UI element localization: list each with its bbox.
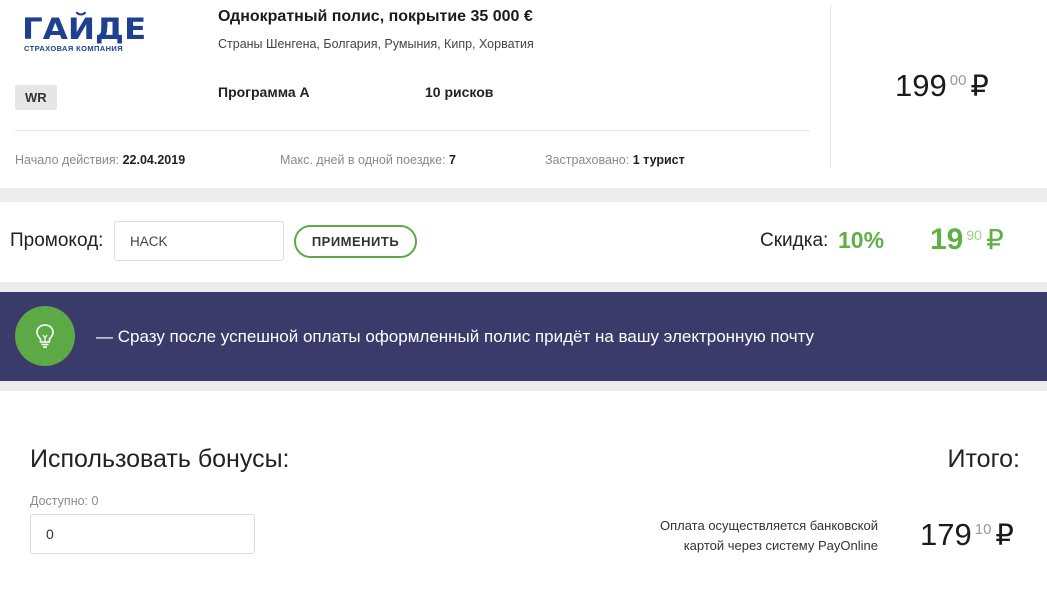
price-separator [830,5,831,168]
card-divider [15,130,810,131]
meta-start-label: Начало действия: [15,153,120,167]
total-price: 179 10 ₽ [920,517,1014,553]
discount-amount-currency: ₽ [985,224,1004,255]
bonuses-title: Использовать бонусы: [30,445,290,473]
meta-insured-value: 1 турист [632,153,685,167]
info-banner: — Сразу после успешной оплаты оформленны… [0,292,1047,381]
policy-title: Однократный полис, покрытие 35 000 € [218,8,533,25]
logo-main-text: ГАЙДЕ [22,12,147,46]
discount-label: Скидка: [760,230,829,251]
banner-message: — Сразу после успешной оплаты оформленны… [96,327,815,346]
company-logo: ГАЙДЕ СТРАХОВАЯ КОМПАНИЯ [22,14,146,56]
lightbulb-icon-badge [15,306,75,366]
policy-price-cents: 00 [949,72,967,89]
meta-max-days: Макс. дней в одной поездке: 7 [280,153,456,167]
policy-risks: 10 рисков [425,84,494,100]
total-price-main: 179 [920,517,972,552]
policy-countries: Страны Шенгена, Болгария, Румыния, Кипр,… [218,37,534,51]
payment-note: Оплата осуществляется банковской картой … [618,516,878,556]
section-gap [0,381,1047,391]
total-price-cents: 10 [974,521,992,538]
payment-note-line2: картой через систему PayOnline [683,538,878,553]
section-gap [0,282,1047,292]
discount-amount-cents: 90 [966,227,982,243]
meta-insured-label: Застраховано: [545,153,630,167]
section-gap [0,188,1047,202]
meta-start-value: 22.04.2019 [122,153,186,167]
meta-start-date: Начало действия: 22.04.2019 [15,153,185,167]
total-price-currency: ₽ [995,520,1014,552]
discount-amount-main: 19 [930,223,964,256]
total-title: Итого: [947,445,1020,473]
policy-program: Программа А [218,84,310,100]
policy-price: 199 00 ₽ [895,68,989,104]
meta-max-days-value: 7 [448,153,456,167]
policy-price-main: 199 [895,68,947,103]
meta-max-days-label: Макс. дней в одной поездке: [280,153,446,167]
meta-insured: Застраховано: 1 турист [545,153,685,167]
bonuses-input[interactable] [30,514,255,554]
promo-label: Промокод: [10,230,104,251]
policy-tag: WR [15,85,57,110]
bonuses-available: Доступно: 0 [30,494,99,508]
payment-note-line1: Оплата осуществляется банковской [660,518,878,533]
discount-amount: 19 90 ₽ [930,223,1004,257]
lightbulb-icon [36,324,54,348]
promo-code-input[interactable] [114,221,284,261]
policy-price-currency: ₽ [970,71,989,103]
policy-card: ГАЙДЕ СТРАХОВАЯ КОМПАНИЯ WR Однократный … [0,0,1047,188]
apply-promo-button[interactable]: ПРИМЕНИТЬ [294,225,417,258]
discount-percent: 10% [838,227,885,253]
